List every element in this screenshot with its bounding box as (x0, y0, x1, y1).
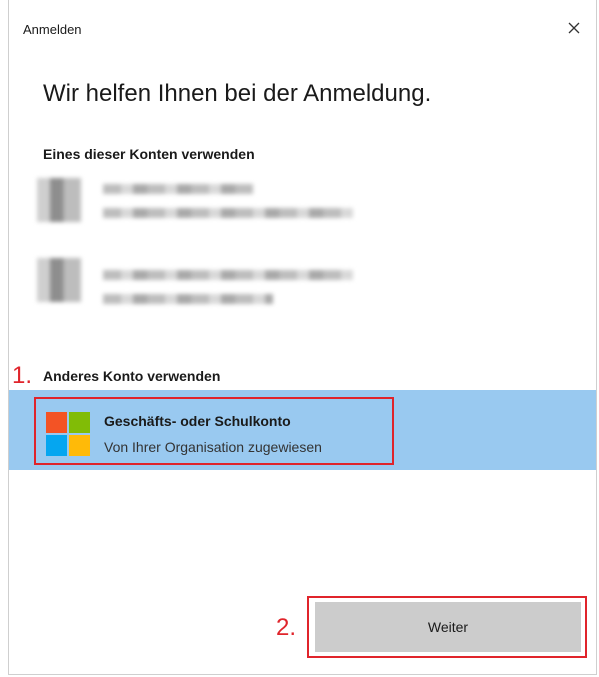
close-button[interactable] (562, 16, 586, 40)
step-1-annotation: 1. (12, 362, 33, 389)
account-name-1-redacted (103, 184, 253, 194)
microsoft-logo-icon (46, 412, 90, 456)
step-2-annotation: 2. (276, 614, 297, 641)
account-item-1[interactable] (37, 178, 357, 238)
close-icon (568, 22, 580, 34)
account-email-2-redacted (103, 294, 273, 304)
account-avatar-2 (37, 258, 81, 302)
page-heading: Wir helfen Ihnen bei der Anmeldung. (43, 80, 432, 107)
title-bar: Anmelden (9, 0, 596, 56)
work-account-option[interactable]: Geschäfts- oder Schulkonto Von Ihrer Org… (9, 390, 596, 470)
account-item-2[interactable] (37, 258, 357, 318)
highlight-box-1: Geschäfts- oder Schulkonto Von Ihrer Org… (34, 397, 394, 465)
work-account-subtitle: Von Ihrer Organisation zugewiesen (104, 439, 322, 455)
other-account-label: Anderes Konto verwenden (43, 368, 221, 384)
sign-in-dialog: Anmelden Wir helfen Ihnen bei der Anmeld… (8, 0, 597, 675)
window-title: Anmelden (23, 22, 82, 37)
next-button[interactable]: Weiter (315, 602, 581, 652)
account-email-1-redacted (103, 208, 353, 218)
existing-accounts-label: Eines dieser Konten verwenden (43, 146, 255, 162)
work-account-title: Geschäfts- oder Schulkonto (104, 413, 291, 429)
account-name-2-redacted (103, 270, 353, 280)
account-avatar-1 (37, 178, 81, 222)
